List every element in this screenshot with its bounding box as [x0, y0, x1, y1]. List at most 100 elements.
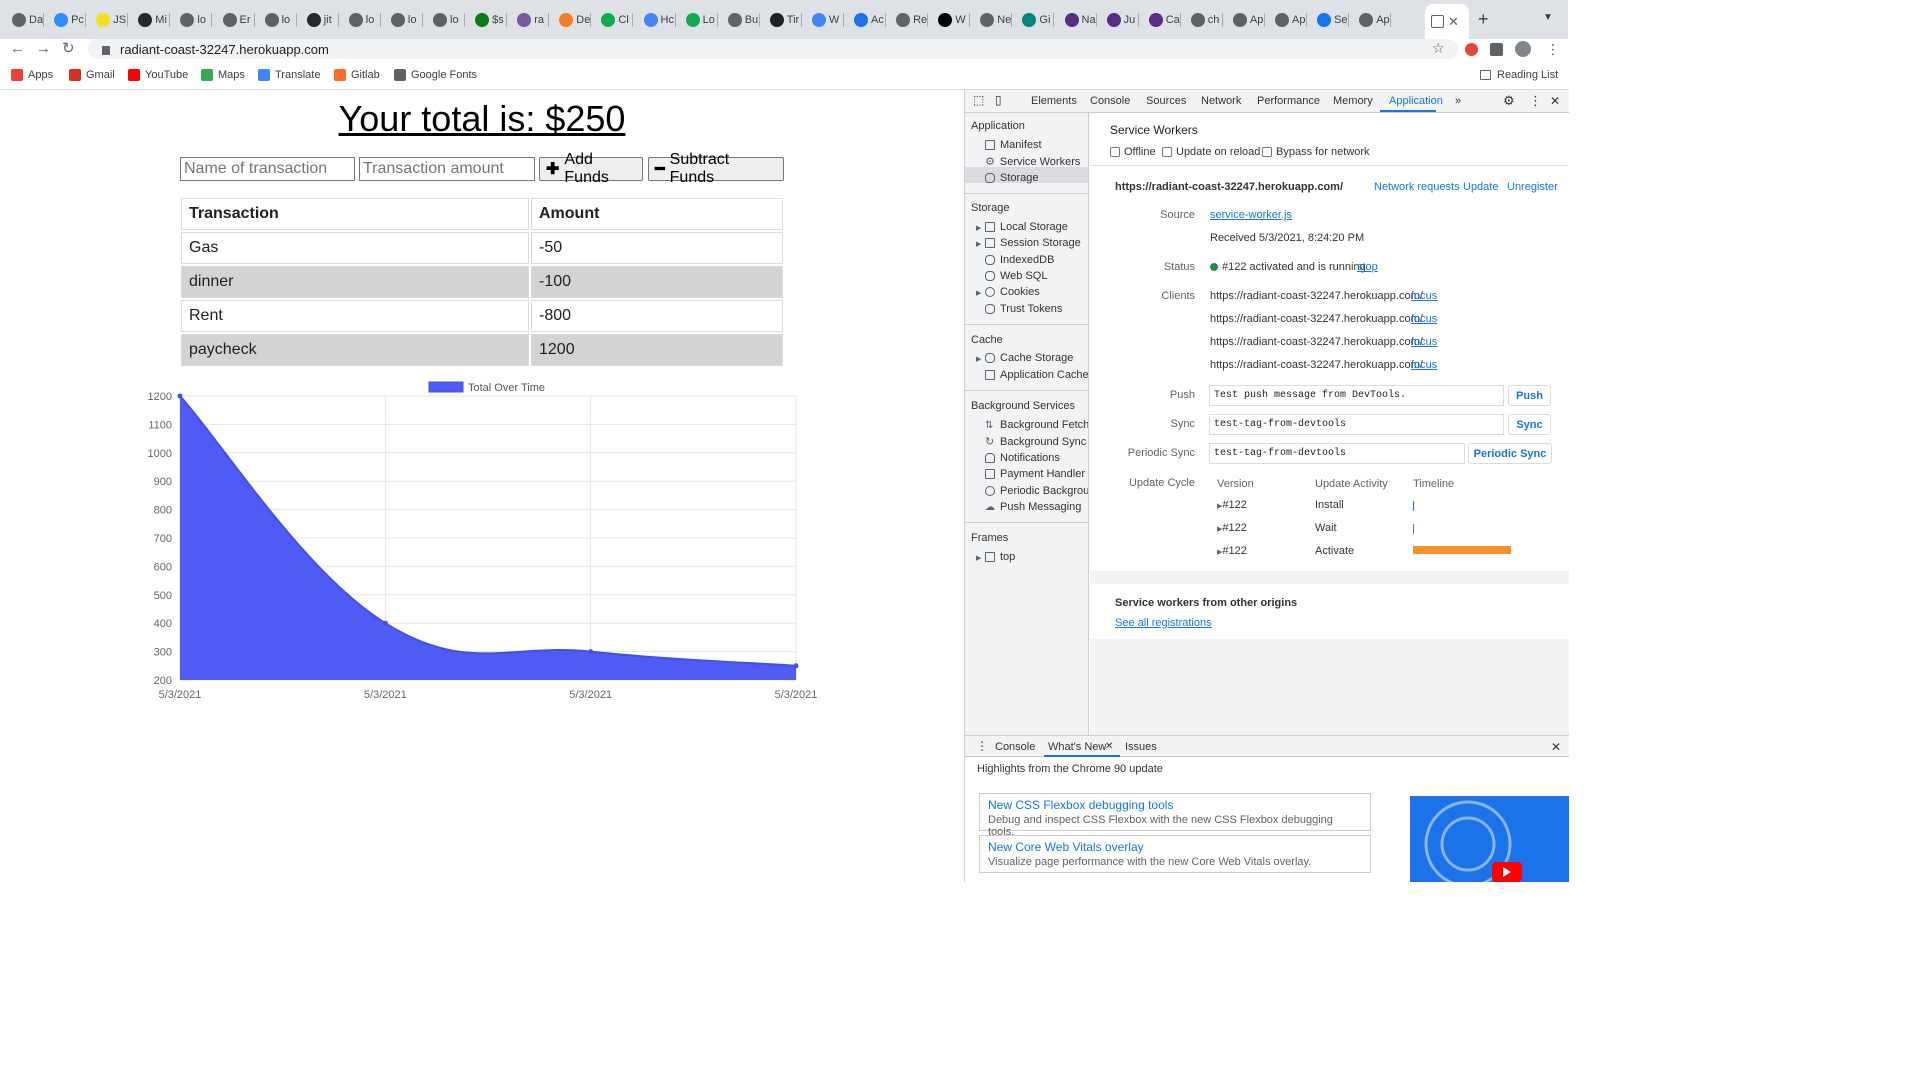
gear-icon[interactable]: ⚙: [1503, 93, 1515, 109]
subtract-funds-button[interactable]: ━ Subtract Funds: [648, 151, 784, 186]
forward-icon[interactable]: →: [36, 39, 51, 59]
browser-tab[interactable]: Tir: [764, 8, 802, 32]
network-requests-link[interactable]: Network requests: [1374, 181, 1460, 193]
tab-sources[interactable]: Sources: [1146, 95, 1186, 107]
address-bar[interactable]: radiant-coast-32247.herokuapp.com: [88, 39, 1458, 59]
bookmark-item[interactable]: YouTube: [128, 69, 188, 81]
focus-link[interactable]: focus: [1411, 336, 1437, 348]
tab-performance[interactable]: Performance: [1257, 95, 1320, 107]
bookmark-item[interactable]: Apps: [11, 69, 53, 81]
menu-icon[interactable]: ⋮: [1546, 39, 1560, 59]
see-all-registrations-link[interactable]: See all registrations: [1115, 617, 1212, 629]
expand-triangle-icon[interactable]: ▶: [976, 289, 981, 297]
sidebar-item-notifications[interactable]: Notifications: [985, 452, 1060, 464]
browser-tab[interactable]: Cl: [595, 8, 634, 32]
checkbox-box[interactable]: [1110, 147, 1120, 157]
browser-tab[interactable]: Lo: [680, 8, 718, 32]
bypass-for-network-checkbox[interactable]: Bypass for network: [1262, 146, 1370, 158]
kebab-menu-icon[interactable]: ⋮: [1529, 93, 1542, 109]
browser-tab[interactable]: ch: [1185, 8, 1223, 32]
browser-tab[interactable]: Se: [1311, 8, 1350, 32]
browser-tab[interactable]: Re: [890, 8, 929, 32]
push-message-input[interactable]: Test push message from DevTools.: [1209, 385, 1504, 406]
sidebar-item-background-fetch[interactable]: ⇅ Background Fetch: [985, 419, 1088, 431]
browser-tab[interactable]: lo: [427, 8, 465, 32]
new-tab-button[interactable]: +: [1478, 9, 1489, 30]
back-icon[interactable]: ←: [10, 39, 25, 59]
offline-checkbox[interactable]: Offline: [1110, 146, 1156, 158]
sidebar-item-push-messaging[interactable]: ☁ Push Messaging: [985, 501, 1081, 513]
tab-network[interactable]: Network: [1201, 95, 1241, 107]
active-tab[interactable]: ✕: [1425, 4, 1469, 39]
tab-memory[interactable]: Memory: [1333, 95, 1373, 107]
browser-tab[interactable]: Na: [1059, 8, 1097, 32]
sidebar-item-trust-tokens[interactable]: Trust Tokens: [985, 303, 1062, 315]
uc-version[interactable]: ▶#122: [1217, 545, 1247, 557]
source-file-link[interactable]: service-worker.js: [1210, 209, 1292, 221]
tab-search-icon[interactable]: ▼: [1543, 12, 1553, 23]
drawer-menu-icon[interactable]: ⋮: [976, 739, 988, 753]
browser-tab[interactable]: Ca: [1143, 8, 1181, 32]
browser-tab[interactable]: Ac: [848, 8, 886, 32]
browser-tab[interactable]: Ne: [974, 8, 1013, 32]
card-title[interactable]: New Core Web Vitals overlay: [988, 840, 1362, 854]
sidebar-item-web-sql[interactable]: Web SQL: [985, 270, 1048, 282]
stop-link[interactable]: stop: [1357, 261, 1378, 273]
uc-version[interactable]: ▶#122: [1217, 499, 1247, 511]
browser-tab[interactable]: Ap: [1353, 8, 1392, 32]
sidebar-item-periodic-background-sync[interactable]: Periodic Background Sync: [985, 485, 1088, 497]
sidebar-item-payment-handler[interactable]: Payment Handler: [985, 468, 1085, 480]
close-drawer-icon[interactable]: ✕: [1551, 740, 1561, 754]
browser-tab[interactable]: lo: [385, 8, 423, 32]
sync-button[interactable]: Sync: [1508, 414, 1551, 435]
browser-tab[interactable]: Er: [217, 8, 255, 32]
bookmark-star-icon[interactable]: ☆: [1432, 40, 1445, 57]
browser-tab[interactable]: Mi: [132, 8, 171, 32]
browser-tab[interactable]: $s: [469, 8, 508, 32]
device-toggle-icon[interactable]: ▯: [995, 93, 1002, 107]
close-devtools-icon[interactable]: ✕: [1550, 94, 1560, 108]
focus-link[interactable]: focus: [1411, 313, 1437, 325]
browser-tab[interactable]: jit: [301, 8, 339, 32]
browser-tab[interactable]: Pc: [48, 8, 87, 32]
bookmark-item[interactable]: Gitlab: [334, 69, 380, 81]
add-funds-button[interactable]: ✚ Add Funds: [539, 151, 643, 186]
whats-new-video-thumbnail[interactable]: [1410, 796, 1569, 882]
browser-tab[interactable]: De: [553, 8, 592, 32]
bookmark-item[interactable]: Maps: [201, 69, 245, 81]
expand-triangle-icon[interactable]: ▶: [976, 240, 981, 248]
browser-tab[interactable]: Gi: [1016, 8, 1055, 32]
sidebar-item-application-cache[interactable]: Application Cache: [985, 369, 1088, 381]
bookmark-item[interactable]: Translate: [258, 69, 320, 81]
update-link[interactable]: Update: [1463, 181, 1498, 193]
tab-elements[interactable]: Elements: [1031, 95, 1077, 107]
browser-tab[interactable]: Ap: [1269, 8, 1307, 32]
expand-triangle-icon[interactable]: ▶: [976, 355, 981, 363]
browser-tab[interactable]: ra: [511, 8, 550, 32]
periodic-sync-button[interactable]: Periodic Sync: [1468, 443, 1552, 464]
browser-tab[interactable]: W: [932, 8, 971, 32]
update-on-reload-checkbox[interactable]: Update on reload: [1162, 146, 1260, 158]
extension-icon[interactable]: [1465, 43, 1478, 56]
expand-triangle-icon[interactable]: ▶: [976, 224, 981, 232]
drawer-tab-whats-new[interactable]: What's New: [1048, 741, 1106, 753]
avatar[interactable]: [1515, 41, 1531, 57]
sidebar-item-service-workers[interactable]: ⚙ Service Workers: [985, 155, 1080, 169]
close-drawer-tab-icon[interactable]: ✕: [1105, 741, 1113, 752]
browser-tab[interactable]: lo: [259, 8, 297, 32]
browser-tab[interactable]: Bu: [722, 8, 760, 32]
focus-link[interactable]: focus: [1411, 359, 1437, 371]
unregister-link[interactable]: Unregister: [1507, 181, 1558, 193]
puzzle-icon[interactable]: [1490, 43, 1503, 56]
sidebar-item-cookies[interactable]: ▶ Cookies: [976, 286, 1040, 298]
whats-new-card[interactable]: New Core Web Vitals overlay Visualize pa…: [979, 835, 1371, 873]
sidebar-item-background-sync[interactable]: ↻ Background Sync: [985, 435, 1086, 449]
browser-tab[interactable]: Ju: [1101, 8, 1139, 32]
periodic-sync-input[interactable]: test-tag-from-devtools: [1209, 443, 1465, 464]
reload-icon[interactable]: ↻: [62, 39, 75, 59]
sidebar-item-top-frame[interactable]: ▶ top: [976, 551, 1015, 563]
inspect-icon[interactable]: ⬚: [973, 93, 984, 107]
transaction-amount-input[interactable]: [359, 157, 535, 181]
focus-link[interactable]: focus: [1411, 290, 1437, 302]
tab-application[interactable]: Application: [1389, 95, 1443, 107]
